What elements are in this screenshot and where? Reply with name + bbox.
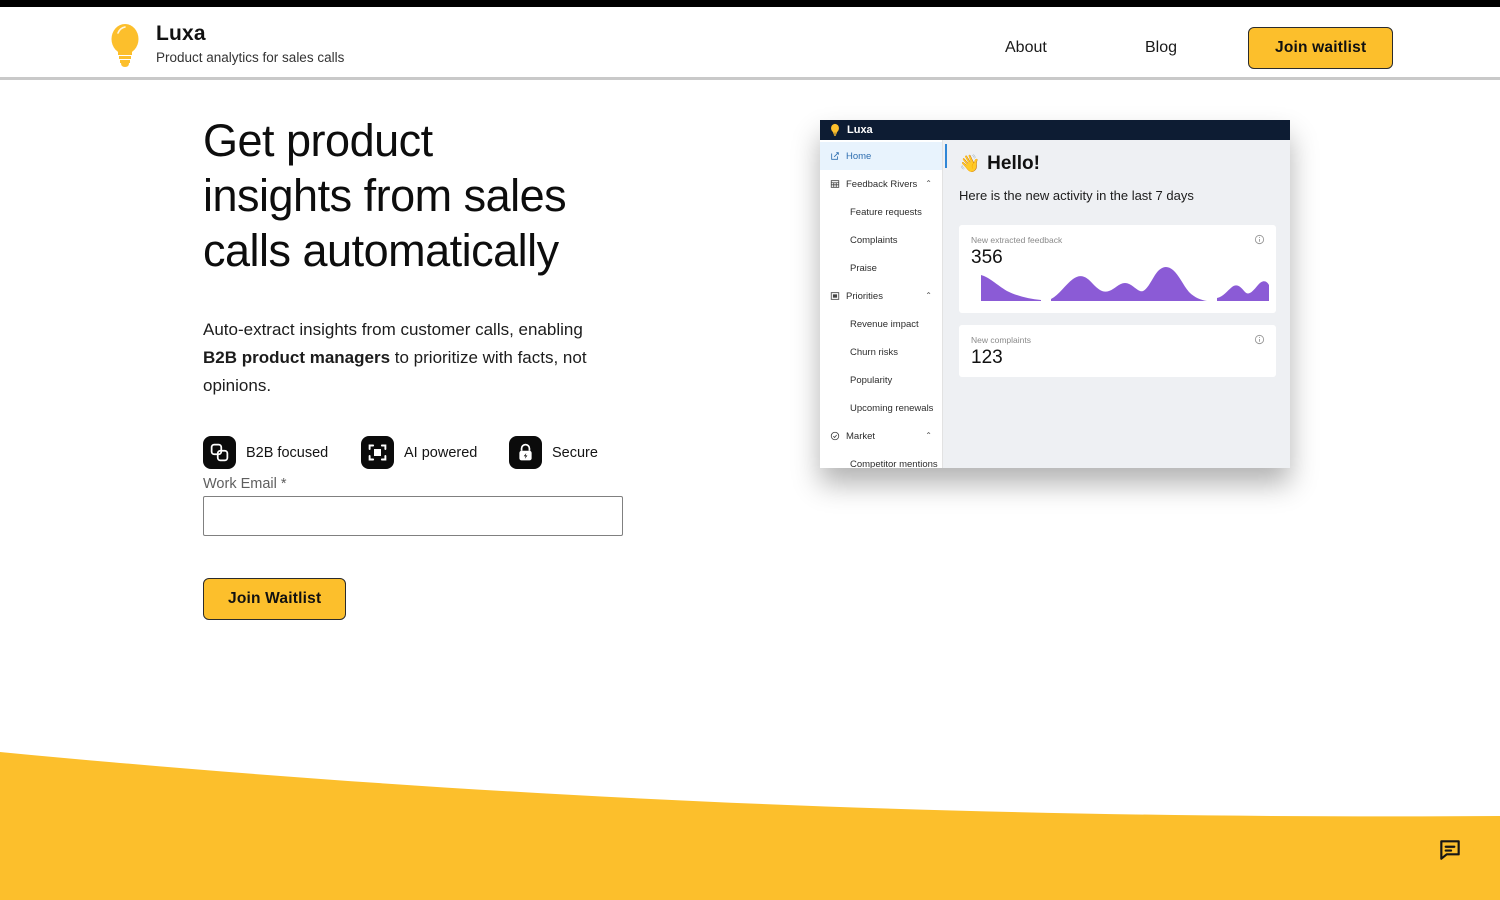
table-grid-icon: [830, 180, 840, 188]
focus-frame-icon: [361, 436, 394, 469]
sidebar-item-label: Market: [846, 430, 876, 442]
check-circle-icon: [830, 431, 840, 441]
site-header: Luxa Product analytics for sales calls A…: [0, 7, 1500, 80]
mockup-greeting: 👋 Hello!: [959, 154, 1276, 173]
sidebar-item-priorities[interactable]: Priorities ⌃: [820, 282, 942, 310]
hero-section: Get product insights from sales calls au…: [203, 113, 723, 469]
badge-ai-powered: AI powered: [361, 436, 509, 469]
subhead-text-1: Auto-extract insights from customer call…: [203, 320, 583, 339]
subhead-emphasis: B2B product managers: [203, 348, 391, 367]
mockup-topbar: Luxa: [820, 120, 1290, 140]
sidebar-item-churn-risks[interactable]: Churn risks: [820, 338, 942, 366]
sidebar-item-label: Home: [846, 150, 872, 162]
waving-hand-icon: 👋: [959, 154, 981, 173]
join-waitlist-submit-button[interactable]: Join Waitlist: [203, 578, 347, 620]
layout-icon: [830, 292, 840, 300]
top-accent-strip: [0, 0, 1500, 7]
mockup-body: Home Feedback Rivers ⌃ Feature requests …: [820, 140, 1290, 468]
lock-bolt-icon: [509, 436, 542, 469]
sidebar-item-label: Priorities: [846, 290, 883, 302]
chat-widget-button[interactable]: [1426, 826, 1474, 874]
sidebar-item-label: Complaints: [850, 234, 898, 246]
sidebar-item-upcoming-renewals[interactable]: Upcoming renewals: [820, 394, 942, 422]
feature-badges: B2B focused AI powered Secure: [203, 436, 723, 469]
yellow-wave-decoration: [0, 752, 1500, 900]
stat-card-value: 123: [971, 347, 1003, 368]
sidebar-item-market[interactable]: Market ⌃: [820, 422, 942, 450]
mockup-main-panel: 👋 Hello! Here is the new activity in the…: [943, 140, 1290, 468]
badge-label: B2B focused: [246, 444, 329, 461]
product-screenshot-mockup: Luxa Home Feedback Rivers ⌃ Feature requ…: [820, 120, 1290, 468]
chevron-up-icon: ⌃: [925, 431, 932, 440]
work-email-input[interactable]: [203, 496, 623, 536]
sidebar-item-label: Feedback Rivers: [846, 178, 918, 190]
stat-card-extracted-feedback: New extracted feedback 356: [959, 225, 1276, 313]
brand-logo[interactable]: Luxa Product analytics for sales calls: [108, 21, 344, 69]
stat-card-new-complaints: New complaints 123: [959, 325, 1276, 377]
mockup-sidebar: Home Feedback Rivers ⌃ Feature requests …: [820, 140, 947, 469]
badge-label: AI powered: [404, 444, 478, 461]
nav-item-blog[interactable]: Blog: [1145, 37, 1177, 58]
badge-b2b-focused: B2B focused: [203, 436, 361, 469]
badge-secure: Secure: [509, 436, 598, 469]
email-field-label: Work Email *: [203, 476, 287, 492]
brand-tagline: Product analytics for sales calls: [156, 50, 345, 66]
sidebar-item-label: Feature requests: [850, 206, 922, 218]
hero-subheading: Auto-extract insights from customer call…: [203, 316, 603, 400]
sidebar-item-feature-requests[interactable]: Feature requests: [820, 198, 942, 226]
sidebar-item-label: Praise: [850, 262, 877, 274]
greeting-text: Hello!: [987, 153, 1040, 174]
sidebar-item-competitor-mentions[interactable]: Competitor mentions: [820, 450, 942, 469]
mockup-greeting-subtitle: Here is the new activity in the last 7 d…: [959, 188, 1194, 203]
sidebar-item-praise[interactable]: Praise: [820, 254, 942, 282]
chat-bubble-icon: [1440, 840, 1460, 860]
stat-card-title: New complaints: [971, 335, 1031, 345]
stat-card-title: New extracted feedback: [971, 235, 1063, 245]
badge-label: Secure: [552, 444, 598, 461]
sidebar-item-complaints[interactable]: Complaints: [820, 226, 942, 254]
waitlist-form: Work Email * Join Waitlist: [203, 476, 623, 620]
sidebar-item-feedback-rivers[interactable]: Feedback Rivers ⌃: [820, 170, 942, 198]
sidebar-item-label: Churn risks: [850, 346, 899, 358]
sidebar-item-label: Popularity: [850, 374, 893, 386]
sidebar-item-label: Upcoming renewals: [850, 402, 934, 414]
sidebar-item-label: Revenue impact: [850, 318, 919, 330]
sidebar-item-label: Competitor mentions: [850, 458, 938, 469]
brand-name: Luxa: [156, 21, 206, 45]
info-icon[interactable]: [1254, 234, 1265, 245]
lightbulb-icon: [111, 24, 139, 67]
sidebar-item-popularity[interactable]: Popularity: [820, 366, 942, 394]
chevron-up-icon: ⌃: [925, 179, 932, 188]
sidebar-item-revenue-impact[interactable]: Revenue impact: [820, 310, 942, 338]
linked-squares-icon: [203, 436, 236, 469]
main-navigation: About Blog Join waitlist: [1005, 27, 1394, 69]
page-title: Get product insights from sales calls au…: [203, 115, 567, 276]
mockup-brand-name: Luxa: [847, 124, 873, 136]
lightbulb-icon: [831, 123, 839, 136]
info-icon[interactable]: [1254, 334, 1265, 345]
join-waitlist-nav-button[interactable]: Join waitlist: [1248, 27, 1394, 69]
feedback-sparkline-chart: [981, 267, 1269, 301]
nav-item-about[interactable]: About: [1005, 37, 1047, 58]
chevron-up-icon: ⌃: [925, 291, 932, 300]
edit-square-icon: [831, 152, 839, 160]
sidebar-item-home[interactable]: Home: [820, 142, 947, 170]
